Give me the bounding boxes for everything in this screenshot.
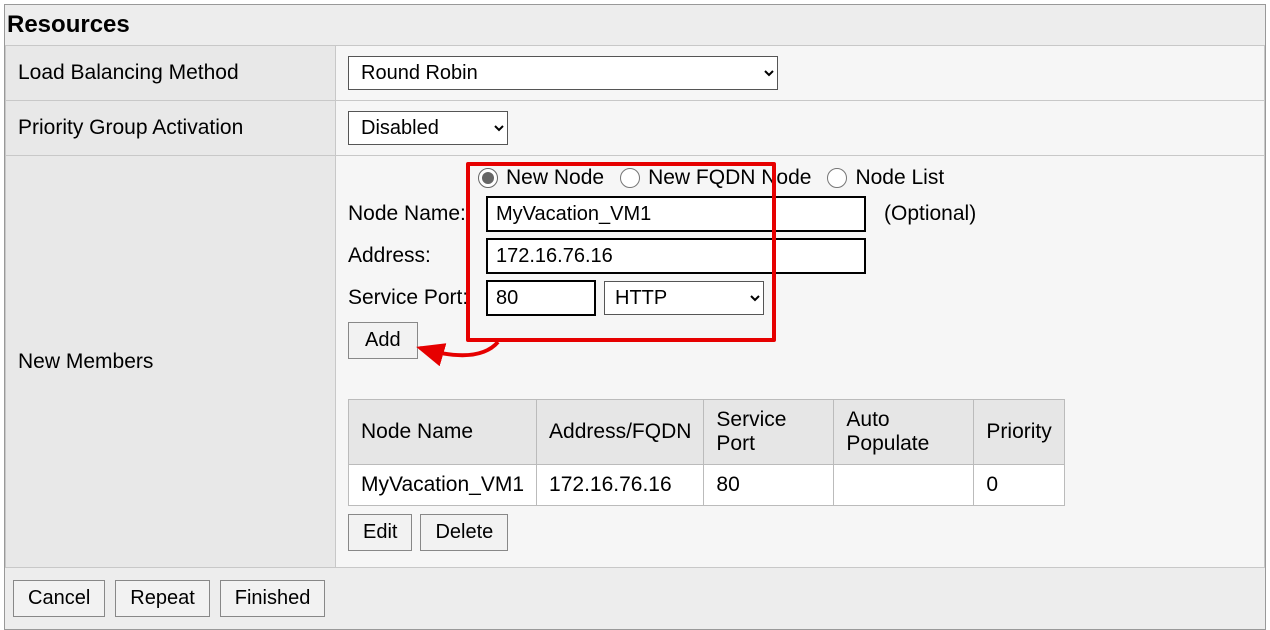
edit-button[interactable]: Edit [348, 514, 412, 551]
node-type-radio-group: New Node New FQDN Node Node List [478, 166, 1252, 190]
col-service-port: Service Port [704, 400, 834, 465]
repeat-button[interactable]: Repeat [115, 580, 210, 617]
footer-buttons: Cancel Repeat Finished [5, 568, 1265, 629]
col-auto-populate: Auto Populate [834, 400, 974, 465]
new-members-label: New Members [6, 156, 336, 568]
lb-method-label: Load Balancing Method [6, 46, 336, 101]
node-list-radio[interactable] [827, 168, 847, 188]
cell-service-port: 80 [704, 465, 834, 506]
table-row[interactable]: MyVacation_VM1 172.16.76.16 80 0 [349, 465, 1065, 506]
cell-auto-populate [834, 465, 974, 506]
cancel-button[interactable]: Cancel [13, 580, 105, 617]
new-fqdn-radio[interactable] [620, 168, 640, 188]
section-title: Resources [5, 5, 1265, 45]
service-port-field-label: Service Port: [348, 286, 478, 310]
node-list-radio-label: Node List [855, 166, 944, 190]
col-node-name: Node Name [349, 400, 537, 465]
node-name-input[interactable] [486, 196, 866, 232]
pga-label: Priority Group Activation [6, 101, 336, 156]
cell-priority: 0 [974, 465, 1064, 506]
members-table: Node Name Address/FQDN Service Port Auto… [348, 399, 1065, 506]
address-field-label: Address: [348, 244, 478, 268]
cell-node-name: MyVacation_VM1 [349, 465, 537, 506]
new-members-area: New Node New FQDN Node Node List Node Na… [348, 166, 1252, 551]
node-name-optional-hint: (Optional) [884, 202, 976, 226]
service-port-select[interactable]: HTTP [604, 281, 764, 315]
service-port-input[interactable] [486, 280, 596, 316]
delete-button[interactable]: Delete [420, 514, 508, 551]
config-table: Load Balancing Method Round Robin Priori… [5, 45, 1265, 568]
address-input[interactable] [486, 238, 866, 274]
finished-button[interactable]: Finished [220, 580, 326, 617]
node-name-field-label: Node Name: [348, 202, 478, 226]
lb-method-select[interactable]: Round Robin [348, 56, 778, 90]
cell-address: 172.16.76.16 [537, 465, 704, 506]
add-button[interactable]: Add [348, 322, 418, 359]
new-node-radio-label: New Node [506, 166, 604, 190]
new-node-radio[interactable] [478, 168, 498, 188]
col-priority: Priority [974, 400, 1064, 465]
resources-panel: Resources Load Balancing Method Round Ro… [4, 4, 1266, 630]
pga-select[interactable]: Disabled [348, 111, 508, 145]
col-address: Address/FQDN [537, 400, 704, 465]
new-fqdn-radio-label: New FQDN Node [648, 166, 811, 190]
